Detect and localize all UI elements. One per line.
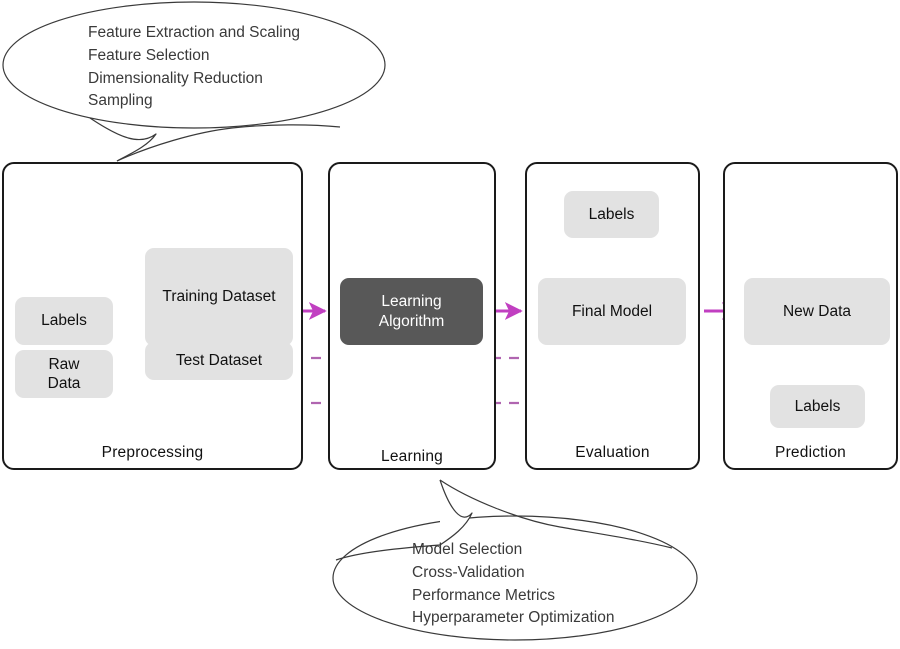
- node-training-dataset[interactable]: Training Dataset: [145, 248, 293, 346]
- preprocessing-callout-tail-right: [116, 124, 341, 162]
- evaluation-callout-text: Model Selection Cross-Validation Perform…: [412, 541, 615, 627]
- preprocessing-callout-text: Feature Extraction and Scaling Feature S…: [88, 24, 300, 110]
- node-final-model[interactable]: Final Model: [538, 278, 686, 345]
- stage-label-evaluation: Evaluation: [575, 444, 650, 461]
- stage-label-learning: Learning: [381, 448, 443, 465]
- node-new-data[interactable]: New Data: [744, 278, 890, 345]
- diagram-canvas: Preprocessing Labels Raw Data Training D…: [0, 0, 900, 649]
- node-evaluation-labels[interactable]: Labels: [564, 191, 659, 238]
- stage-label-prediction: Prediction: [775, 444, 846, 461]
- node-labels-input[interactable]: Labels: [15, 297, 113, 345]
- stage-label-preprocessing: Preprocessing: [101, 444, 204, 461]
- node-test-dataset[interactable]: Test Dataset: [145, 342, 293, 380]
- node-prediction-labels[interactable]: Labels: [770, 385, 865, 428]
- node-learning-algorithm[interactable]: Learning Algorithm: [340, 278, 483, 345]
- node-raw-data[interactable]: Raw Data: [15, 350, 113, 398]
